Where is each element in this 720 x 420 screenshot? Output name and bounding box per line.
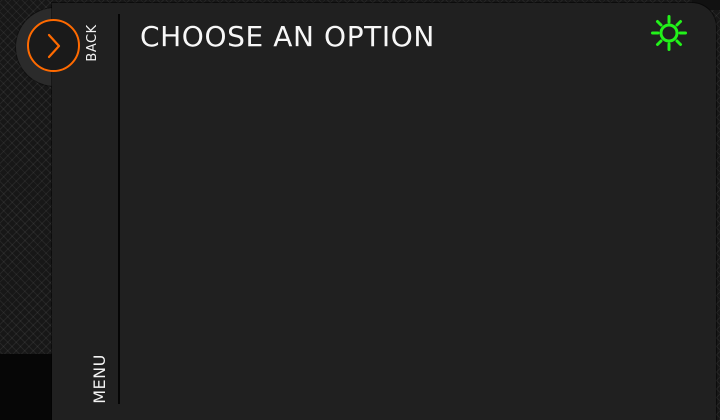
menu-label[interactable]: MENU xyxy=(90,348,109,410)
sun-icon[interactable] xyxy=(650,14,688,52)
bottom-left-block xyxy=(0,354,52,420)
sidebar-divider xyxy=(118,14,120,404)
back-button[interactable] xyxy=(27,19,80,72)
app-screen: BACK MENU CHOOSE AN OPTION xyxy=(0,0,720,420)
chevron-right-icon xyxy=(47,33,60,58)
page-title: CHOOSE AN OPTION xyxy=(140,20,435,53)
back-label[interactable]: BACK xyxy=(85,23,101,63)
main-panel xyxy=(52,3,716,420)
